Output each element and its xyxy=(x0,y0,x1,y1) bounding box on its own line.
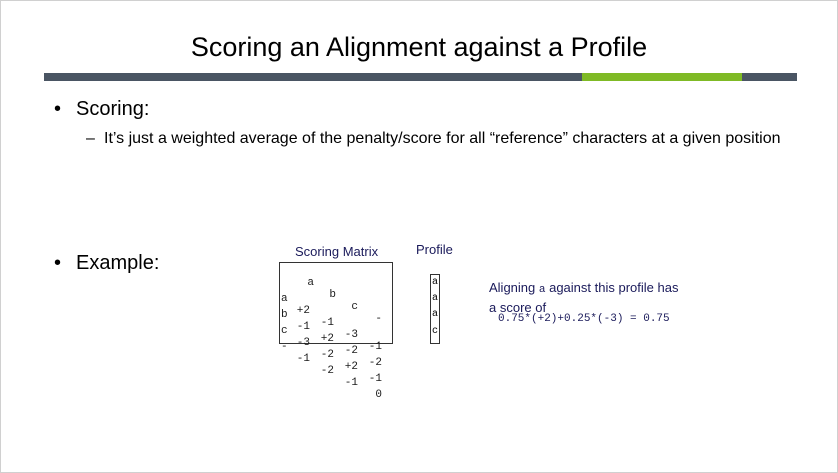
matrix-cell: -1 xyxy=(296,353,310,365)
profile-title: Profile xyxy=(416,242,453,257)
profile-item: a xyxy=(432,309,439,320)
matrix-row: - -1 -2 -1 0 xyxy=(280,329,382,413)
matrix-col-header: - xyxy=(375,313,382,325)
title-bar-accent xyxy=(582,73,742,81)
matrix-cell: +2 xyxy=(320,333,334,345)
matrix-row-label: - xyxy=(281,341,288,353)
bullet-scoring: Scoring: xyxy=(76,98,150,120)
matrix-cell: -1 xyxy=(368,373,382,385)
slide-frame xyxy=(0,0,838,473)
description-line-1: Aligning a against this profile has xyxy=(489,279,678,299)
matrix-cell: -1 xyxy=(368,341,382,353)
matrix-cell: -2 xyxy=(320,365,334,377)
matrix-cell: -2 xyxy=(320,349,334,361)
matrix-col-header: c xyxy=(351,301,358,313)
title-bar-dark xyxy=(44,73,582,81)
bullet-dot: • xyxy=(54,98,62,120)
example-description: Aligning a against this profile has a sc… xyxy=(489,279,678,316)
description-pre: Aligning xyxy=(489,280,539,295)
description-post: against this profile has xyxy=(545,280,679,295)
matrix-cell: -2 xyxy=(344,345,358,357)
scoring-matrix: a b c - a +2 -1 -3 -1 b -1 +2 -2 -2 c -3… xyxy=(279,262,393,401)
profile-item: c xyxy=(432,326,439,337)
sub-bullet-text: It’s just a weighted average of the pena… xyxy=(104,130,781,147)
sub-bullet-dash: – xyxy=(86,130,95,147)
score-formula: 0.75*(+2)+0.25*(-3) = 0.75 xyxy=(498,313,670,325)
title-bar-dark-right xyxy=(742,73,797,81)
slide-title: Scoring an Alignment against a Profile xyxy=(190,32,648,62)
profile-item: a xyxy=(432,277,439,288)
bullet-example: Example: xyxy=(76,252,160,274)
matrix-cell: -1 xyxy=(344,377,358,389)
profile-item: a xyxy=(432,293,439,304)
profile-column: a a a c xyxy=(430,274,440,344)
matrix-cell: -3 xyxy=(344,329,358,341)
matrix-cell: 0 xyxy=(375,389,382,401)
matrix-title: Scoring Matrix xyxy=(295,244,379,259)
matrix-col-header: b xyxy=(329,289,336,301)
bullet-dot: • xyxy=(54,252,62,274)
matrix-cell: -2 xyxy=(368,357,382,369)
matrix-cell: +2 xyxy=(344,361,358,373)
matrix-cell: -1 xyxy=(320,317,334,329)
